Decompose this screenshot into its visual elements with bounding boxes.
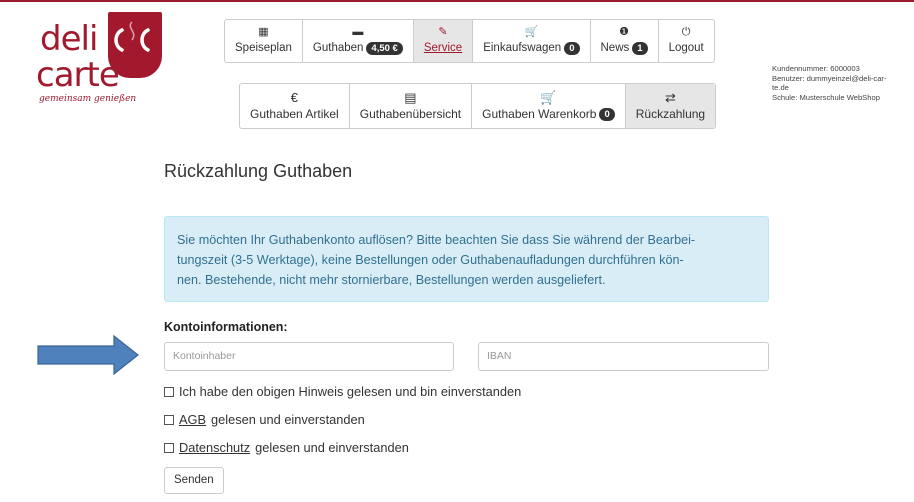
submit-button[interactable]: Senden xyxy=(164,467,224,494)
subnav-guthabenuebersicht-label: Guthabenübersicht xyxy=(359,107,462,121)
nav-speiseplan-label: Speiseplan xyxy=(235,42,292,54)
logo-word-carte: carte xyxy=(36,55,120,95)
retweet-icon: ⇄ xyxy=(664,90,676,105)
user-email-line1: Benutzer: dummyeinzel@deli-car- xyxy=(772,73,887,83)
sub-nav: € Guthaben Artikel ▤ Guthabenübersicht 🛒… xyxy=(239,83,717,129)
nav-speiseplan[interactable]: ▦ Speiseplan xyxy=(225,20,302,62)
privacy-checkbox-row[interactable]: Datenschutz gelesen und einverstanden xyxy=(164,440,409,455)
warenkorb-count-badge: 0 xyxy=(599,107,615,121)
euro-icon: € xyxy=(290,90,298,105)
alert-line-1: Sie möchten Ihr Guthabenkonto auflösen? … xyxy=(177,233,696,247)
subnav-guthabenuebersicht[interactable]: ▤ Guthabenübersicht xyxy=(348,84,471,128)
privacy-checkbox[interactable] xyxy=(164,442,174,453)
nav-service[interactable]: ✎ Service xyxy=(412,20,473,62)
nav-einkaufswagen-label: Einkaufswagen xyxy=(483,42,562,54)
agb-checkbox-row[interactable]: AGB gelesen und einverstanden xyxy=(164,412,365,427)
iban-input[interactable]: IBAN xyxy=(478,342,769,371)
subnav-guthaben-artikel-label: Guthaben Artikel xyxy=(250,107,339,121)
info-alert: Sie möchten Ihr Guthabenkonto auflösen? … xyxy=(164,216,769,302)
deli-carte-logo[interactable]: deli carte gemeinsam genießen xyxy=(36,12,183,108)
news-count-badge: 1 xyxy=(632,41,648,55)
user-info: Kundennummer: 6000003 Benutzer: dummyein… xyxy=(772,64,912,102)
consent-label: Ich habe den obigen Hinweis gelesen und … xyxy=(179,384,522,399)
nav-news-label: News xyxy=(600,42,630,54)
nav-guthaben-label: Guthaben xyxy=(312,42,364,54)
logo-tagline: gemeinsam genießen xyxy=(39,94,137,104)
arrow-right-icon xyxy=(37,334,139,376)
agb-checkbox[interactable] xyxy=(164,414,174,425)
nav-einkaufswagen[interactable]: 🛒 Einkaufswagen 0 xyxy=(472,20,589,62)
customer-number: Kundennummer: 6000003 xyxy=(772,64,860,73)
nav-logout[interactable]: ⏻ Logout xyxy=(657,20,714,62)
subnav-rueckzahlung-label: Rückzahlung xyxy=(635,107,706,121)
consent-checkbox-row[interactable]: Ich habe den obigen Hinweis gelesen und … xyxy=(164,384,521,399)
cup-icon xyxy=(108,12,162,78)
nav-logout-label: Logout xyxy=(668,42,704,54)
school-name: Schule: Musterschule WebShop xyxy=(772,92,880,102)
cart-icon: 🛒 xyxy=(524,26,539,38)
logo-word-deli: deli xyxy=(40,19,98,59)
top-accent-line xyxy=(0,0,914,2)
balance-badge: 4,50 € xyxy=(366,41,403,55)
agb-link[interactable]: AGB xyxy=(179,412,206,427)
pencil-icon: ✎ xyxy=(438,26,448,38)
subnav-guthaben-warenkorb[interactable]: 🛒 Guthaben Warenkorb 0 xyxy=(471,84,625,128)
subnav-rueckzahlung[interactable]: ⇄ Rückzahlung xyxy=(624,84,716,128)
power-icon: ⏻ xyxy=(681,26,691,38)
account-info-heading: Kontoinformationen: xyxy=(164,320,288,334)
agb-label: gelesen und einverstanden xyxy=(211,412,365,427)
nav-news[interactable]: ❶ News 1 xyxy=(589,20,658,62)
subnav-guthaben-artikel[interactable]: € Guthaben Artikel xyxy=(240,84,349,128)
user-email-line2: te.de xyxy=(772,83,789,92)
list-icon: ▤ xyxy=(404,90,417,105)
alert-line-3: nen. Bestehende, nicht mehr stornierbare… xyxy=(177,273,606,287)
nav-guthaben[interactable]: ▬ Guthaben 4,50 € xyxy=(301,20,413,62)
privacy-label: gelesen und einverstanden xyxy=(255,440,409,455)
privacy-link[interactable]: Datenschutz xyxy=(179,440,250,455)
account-holder-input[interactable]: Kontoinhaber xyxy=(164,342,454,371)
alert-line-2: tungszeit (3-5 Werktage), keine Bestellu… xyxy=(177,253,684,267)
nav-service-label: Service xyxy=(423,42,463,54)
info-icon: ❶ xyxy=(619,26,629,38)
page-title: Rückzahlung Guthaben xyxy=(164,161,353,181)
calendar-icon: ▦ xyxy=(258,26,269,38)
subnav-guthaben-warenkorb-label: Guthaben Warenkorb xyxy=(482,107,597,121)
credit-card-icon: ▬ xyxy=(352,26,364,38)
consent-checkbox[interactable] xyxy=(164,386,174,397)
main-nav: ▦ Speiseplan ▬ Guthaben 4,50 € ✎ Service … xyxy=(224,19,715,63)
cart-count-badge: 0 xyxy=(564,41,580,55)
cart-icon: 🛒 xyxy=(540,90,557,105)
